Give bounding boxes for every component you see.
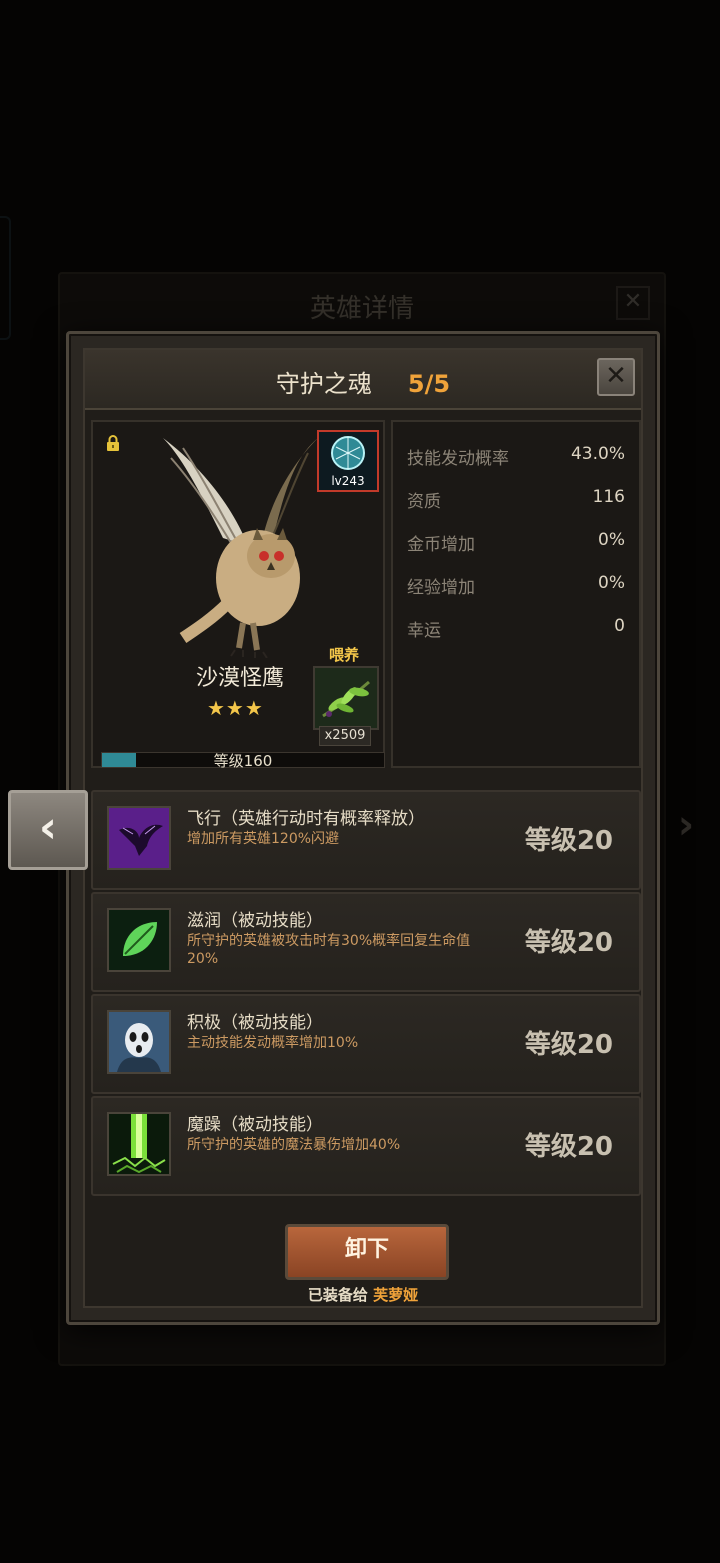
edge-side-tab [0, 216, 11, 340]
skill-title: 飞行（英雄行动时有概率释放） [187, 809, 425, 829]
stat-row: 技能发动概率 43.0% [407, 444, 625, 472]
stat-value: 0 [614, 616, 625, 636]
skill-level: 等级20 [524, 826, 613, 856]
stat-row: 经验增加 0% [407, 573, 625, 601]
soul-count: 5/5 [407, 370, 451, 398]
equipped-to-text: 已装备给 芙萝娅 [85, 1284, 641, 1305]
modal-title: 守护之魂 5/5 [85, 364, 641, 399]
skill-description: 所守护的英雄的魔法暴伤增加40% [187, 1137, 401, 1153]
hero-detail-title: 英雄详情 [309, 294, 414, 324]
skill-level: 等级20 [524, 1132, 613, 1162]
stat-value: 0% [598, 573, 625, 593]
modal-header: 守护之魂 5/5 ✕ [85, 350, 641, 410]
next-arrow-button[interactable]: › [656, 790, 716, 864]
skill-description: 增加所有英雄120%闪避 [187, 831, 340, 847]
modal-inner-frame: 守护之魂 5/5 ✕ lv243 沙漠怪鹰 ★★★ 喂养 x2509 等级160… [83, 348, 643, 1308]
stats-panel: 技能发动概率 43.0% 资质 116 金币增加 0% 经验增加 0% 幸运 0 [391, 420, 641, 768]
modal-title-text: 守护之魂 [275, 370, 372, 398]
previous-arrow-button[interactable]: ‹ [8, 790, 88, 870]
level-progress-bar: 等级160 [101, 752, 385, 770]
feed-label: 喂养 [329, 646, 360, 664]
unequip-button[interactable]: 卸下 [285, 1224, 449, 1280]
hero-name: 沙漠怪鹰 [195, 666, 284, 691]
skill-title: 魔躁（被动技能） [187, 1115, 323, 1135]
star-rating: ★★★ [207, 696, 264, 720]
raven-flight-icon [107, 806, 171, 870]
stat-label: 技能发动概率 [407, 449, 509, 469]
stat-label: 幸运 [407, 621, 441, 641]
desert-owl-creature-image [163, 438, 318, 658]
level-text: 等级160 [213, 752, 273, 770]
stat-value: 43.0% [570, 444, 625, 464]
skill-level: 等级20 [524, 1030, 613, 1060]
guardian-soul-modal: 守护之魂 5/5 ✕ lv243 沙漠怪鹰 ★★★ 喂养 x2509 等级160… [66, 331, 660, 1325]
soul-level-label: lv243 [331, 474, 365, 488]
skill-level: 等级20 [524, 928, 613, 958]
skill-row-mana-rage[interactable]: 魔躁（被动技能） 所守护的英雄的魔法暴伤增加40% 等级20 [91, 1096, 641, 1196]
stat-row: 资质 116 [407, 487, 625, 515]
stat-label: 金币增加 [407, 535, 475, 555]
feed-branch-icon[interactable] [313, 666, 379, 730]
stat-value: 116 [592, 487, 625, 507]
stat-label: 资质 [407, 492, 441, 512]
skill-title: 滋润（被动技能） [187, 911, 323, 931]
close-button[interactable]: ✕ [597, 358, 635, 396]
skill-row-flight[interactable]: 飞行（英雄行动时有概率释放） 增加所有英雄120%闪避 等级20 [91, 790, 641, 890]
stat-row: 幸运 0 [407, 616, 625, 644]
skill-description: 主动技能发动概率增加10% [187, 1035, 359, 1051]
skill-row-nourish[interactable]: 滋润（被动技能） 所守护的英雄被攻击时有30%概率回复生命值20% 等级20 [91, 892, 641, 992]
stat-label: 经验增加 [407, 578, 475, 598]
equipped-prefix: 已装备给 [307, 1286, 368, 1304]
equipped-hero-name: 芙萝娅 [373, 1286, 419, 1304]
skill-description: 所守护的英雄被攻击时有30%概率回复生命值20% [187, 933, 471, 967]
hero-portrait-panel: lv243 沙漠怪鹰 ★★★ 喂养 x2509 等级160 [91, 420, 385, 770]
green-beam-icon [107, 1112, 171, 1176]
feed-count: x2509 [319, 726, 371, 746]
soul-orb-icon[interactable]: lv243 [317, 430, 379, 492]
background-close-icon: ✕ [616, 286, 650, 320]
skill-row-positive[interactable]: 积极（被动技能） 主动技能发动概率增加10% 等级20 [91, 994, 641, 1094]
mask-icon [107, 1010, 171, 1074]
stat-row: 金币增加 0% [407, 530, 625, 558]
leaf-icon [107, 908, 171, 972]
lock-icon[interactable] [105, 434, 121, 452]
skill-title: 积极（被动技能） [187, 1013, 323, 1033]
stat-value: 0% [598, 530, 625, 550]
